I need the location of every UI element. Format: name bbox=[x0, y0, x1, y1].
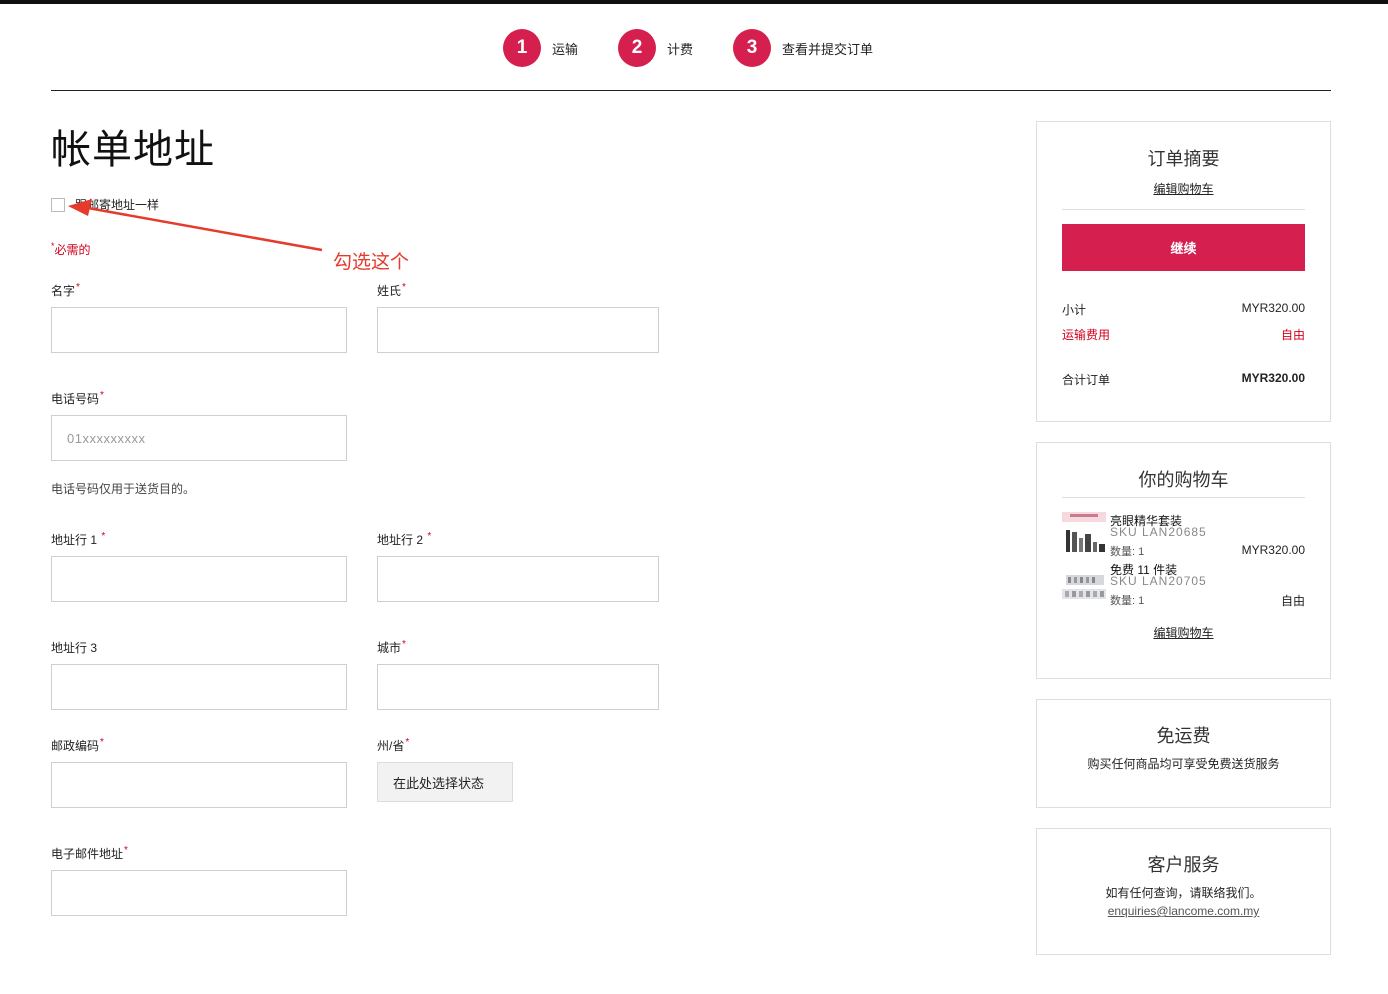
first-name-label: 名字* bbox=[51, 282, 80, 298]
step-review[interactable]: 3 查看并提交订单 bbox=[733, 28, 873, 68]
total-value: MYR320.00 bbox=[1241, 371, 1305, 385]
city-field[interactable] bbox=[377, 664, 659, 710]
order-summary-panel: 订单摘要 编辑购物车 继续 小计 MYR320.00 运输费用 自由 合计订单 … bbox=[1036, 121, 1331, 422]
step-label: 计费 bbox=[667, 41, 694, 57]
customer-service-title: 客户服务 bbox=[1147, 855, 1220, 876]
item-sku: SKU LAN20705 bbox=[1110, 574, 1207, 588]
free-shipping-panel: 免运费 购买任何商品均可享受免费送货服务 bbox=[1036, 699, 1331, 808]
email-link-wrap: enquiries@lancome.com.my bbox=[1037, 902, 1330, 920]
step-number: 1 bbox=[503, 29, 541, 67]
item-qty: 数量: 1 bbox=[1110, 546, 1145, 558]
subtotal-value: MYR320.00 bbox=[1241, 301, 1305, 315]
address3-field[interactable] bbox=[51, 664, 347, 710]
state-label: 州/省* bbox=[377, 737, 410, 753]
step-label: 运输 bbox=[552, 41, 579, 57]
item-qty: 数量: 1 bbox=[1110, 595, 1145, 607]
free-shipping-text: 购买任何商品均可享受免费送货服务 bbox=[1087, 757, 1280, 771]
last-name-label: 姓氏* bbox=[377, 282, 406, 298]
phone-helper: 电话号码仅用于送货目的。 bbox=[51, 482, 196, 496]
product-thumbnail[interactable] bbox=[1062, 561, 1106, 605]
cart-edit-link-wrap: 编辑购物车 bbox=[1037, 624, 1330, 642]
same-as-shipping-checkbox[interactable] bbox=[51, 197, 65, 212]
step-number: 2 bbox=[618, 29, 656, 67]
cart-item: 免费 11 件装 SKU LAN20705 数量: 1 自由 bbox=[1062, 561, 1305, 609]
email-label: 电子邮件地址* bbox=[51, 845, 128, 861]
edit-cart-link[interactable]: 编辑购物车 bbox=[1153, 182, 1213, 196]
address2-label: 地址行 2 * bbox=[377, 531, 432, 547]
email-link[interactable]: enquiries@lancome.com.my bbox=[1108, 904, 1260, 918]
cart-title: 你的购物车 bbox=[1138, 470, 1229, 491]
divider bbox=[51, 90, 1331, 91]
continue-button[interactable]: 继续 bbox=[1062, 224, 1305, 271]
phone-field[interactable] bbox=[51, 415, 347, 461]
cart-divider bbox=[1062, 497, 1305, 498]
required-note-text: 必需的 bbox=[54, 243, 91, 257]
subtotal-label: 小计 bbox=[1062, 303, 1087, 317]
same-as-shipping[interactable]: 跟邮寄地址一样 bbox=[51, 196, 159, 213]
address1-field[interactable] bbox=[51, 556, 347, 602]
item-price: 自由 bbox=[1280, 594, 1305, 608]
customer-service-text: 如有任何查询，请联络我们。 bbox=[1105, 886, 1262, 900]
checkout-steps: 1 运输 2 计费 3 查看并提交订单 bbox=[0, 28, 1388, 68]
edit-cart-link-wrap: 编辑购物车 bbox=[1037, 180, 1330, 198]
phone-label: 电话号码* bbox=[51, 390, 104, 406]
shipping-label: 运输费用 bbox=[1062, 328, 1111, 342]
address3-label: 地址行 3 bbox=[51, 641, 98, 655]
state-select[interactable]: 在此处选择状态 bbox=[377, 762, 513, 802]
step-label: 查看并提交订单 bbox=[782, 41, 874, 57]
edit-cart-link[interactable]: 编辑购物车 bbox=[1153, 626, 1213, 640]
customer-service-panel: 客户服务 如有任何查询，请联络我们。 enquiries@lancome.com… bbox=[1036, 828, 1331, 955]
last-name-field[interactable] bbox=[377, 307, 659, 353]
shipping-row: 运输费用 自由 bbox=[1062, 326, 1305, 343]
step-billing[interactable]: 2 计费 bbox=[618, 28, 693, 68]
product-thumbnail[interactable] bbox=[1062, 512, 1106, 556]
item-price: MYR320.00 bbox=[1241, 543, 1305, 557]
cart-panel: 你的购物车 亮眼精华套装 SKU LAN20685 数量: 1 MYR320.0… bbox=[1036, 442, 1331, 679]
same-as-shipping-label[interactable]: 跟邮寄地址一样 bbox=[75, 196, 159, 213]
postcode-field[interactable] bbox=[51, 762, 347, 808]
top-border bbox=[0, 0, 1388, 4]
email-field[interactable] bbox=[51, 870, 347, 916]
shipping-value: 自由 bbox=[1280, 328, 1305, 342]
first-name-field[interactable] bbox=[51, 307, 347, 353]
step-shipping[interactable]: 1 运输 bbox=[503, 28, 578, 68]
required-note: *必需的 bbox=[51, 241, 91, 258]
postcode-label: 邮政编码* bbox=[51, 737, 104, 753]
subtotal-row: 小计 MYR320.00 bbox=[1062, 301, 1305, 318]
item-sku: SKU LAN20685 bbox=[1110, 525, 1207, 539]
free-shipping-title: 免运费 bbox=[1156, 726, 1211, 747]
cart-item: 亮眼精华套装 SKU LAN20685 数量: 1 MYR320.00 bbox=[1062, 512, 1305, 560]
total-label: 合计订单 bbox=[1062, 373, 1111, 387]
page-title: 帐单地址 bbox=[51, 127, 215, 173]
annotation-text: 勾选这个 bbox=[333, 252, 410, 273]
total-row: 合计订单 MYR320.00 bbox=[1062, 371, 1305, 388]
order-summary-title: 订单摘要 bbox=[1147, 149, 1220, 170]
address2-field[interactable] bbox=[377, 556, 659, 602]
address1-label: 地址行 1 * bbox=[51, 531, 106, 547]
step-number: 3 bbox=[733, 29, 771, 67]
city-label: 城市* bbox=[377, 639, 406, 655]
summary-divider bbox=[1062, 209, 1305, 210]
